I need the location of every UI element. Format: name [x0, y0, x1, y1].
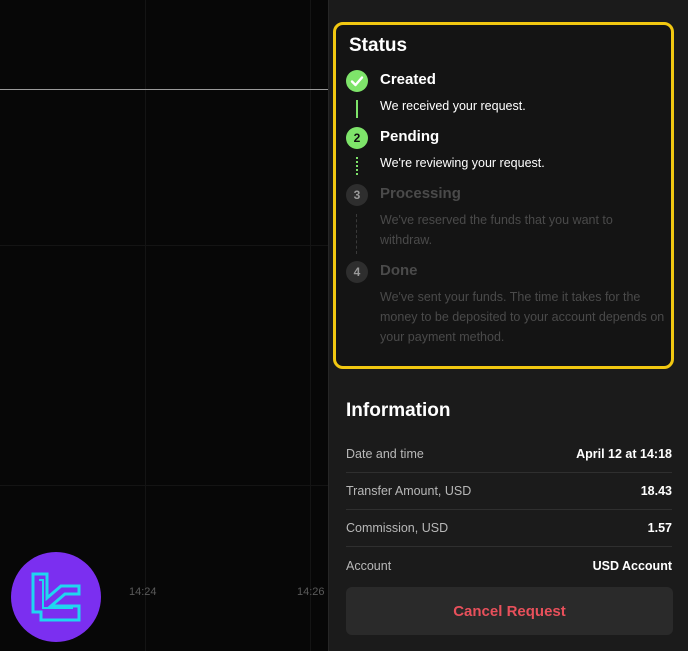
info-value: 1.57 — [647, 521, 672, 535]
withdrawal-details-panel: Status Created We received your request.… — [328, 0, 688, 651]
info-value: 18.43 — [640, 484, 672, 498]
grid-line — [310, 0, 311, 651]
step-title: Pending — [380, 128, 440, 145]
grid-line — [0, 485, 328, 486]
step-description: We received your request. — [380, 99, 526, 113]
step-title: Processing — [380, 185, 461, 202]
step-title: Done — [380, 262, 418, 279]
step-number-badge: 4 — [346, 261, 368, 283]
brand-logo-icon — [11, 552, 101, 642]
step-description: We've sent your funds. The time it takes… — [380, 290, 665, 344]
info-label: Transfer Amount, USD — [346, 484, 472, 498]
information-title: Information — [346, 400, 451, 421]
step-number-badge: 2 — [346, 127, 368, 149]
info-row-account: Account USD Account — [346, 547, 672, 584]
info-row-commission: Commission, USD 1.57 — [346, 510, 672, 547]
price-chart[interactable]: 14:24 14:26 — [0, 0, 328, 651]
info-row-transfer-amount: Transfer Amount, USD 18.43 — [346, 473, 672, 510]
step-connector — [356, 157, 358, 175]
info-row-date: Date and time April 12 at 14:18 — [346, 436, 672, 473]
step-connector — [356, 214, 357, 254]
price-level-line — [0, 89, 328, 90]
info-value: April 12 at 14:18 — [576, 447, 672, 461]
info-label: Commission, USD — [346, 521, 449, 535]
step-title: Created — [380, 71, 436, 88]
status-section: Status Created We received your request.… — [333, 22, 674, 369]
grid-line — [0, 245, 328, 246]
info-label: Account — [346, 558, 392, 573]
step-number-badge: 3 — [346, 184, 368, 206]
time-axis-label: 14:24 — [129, 586, 157, 598]
status-title: Status — [349, 35, 408, 56]
step-connector — [356, 100, 358, 118]
cancel-request-button[interactable]: Cancel Request — [346, 587, 673, 635]
check-icon — [346, 70, 368, 92]
time-axis-label: 14:26 — [297, 586, 325, 598]
grid-line — [145, 0, 146, 651]
info-label: Date and time — [346, 447, 424, 461]
step-description: We've reserved the funds that you want t… — [380, 213, 613, 247]
info-value: USD Account — [592, 558, 672, 573]
step-description: We're reviewing your request. — [380, 156, 545, 170]
